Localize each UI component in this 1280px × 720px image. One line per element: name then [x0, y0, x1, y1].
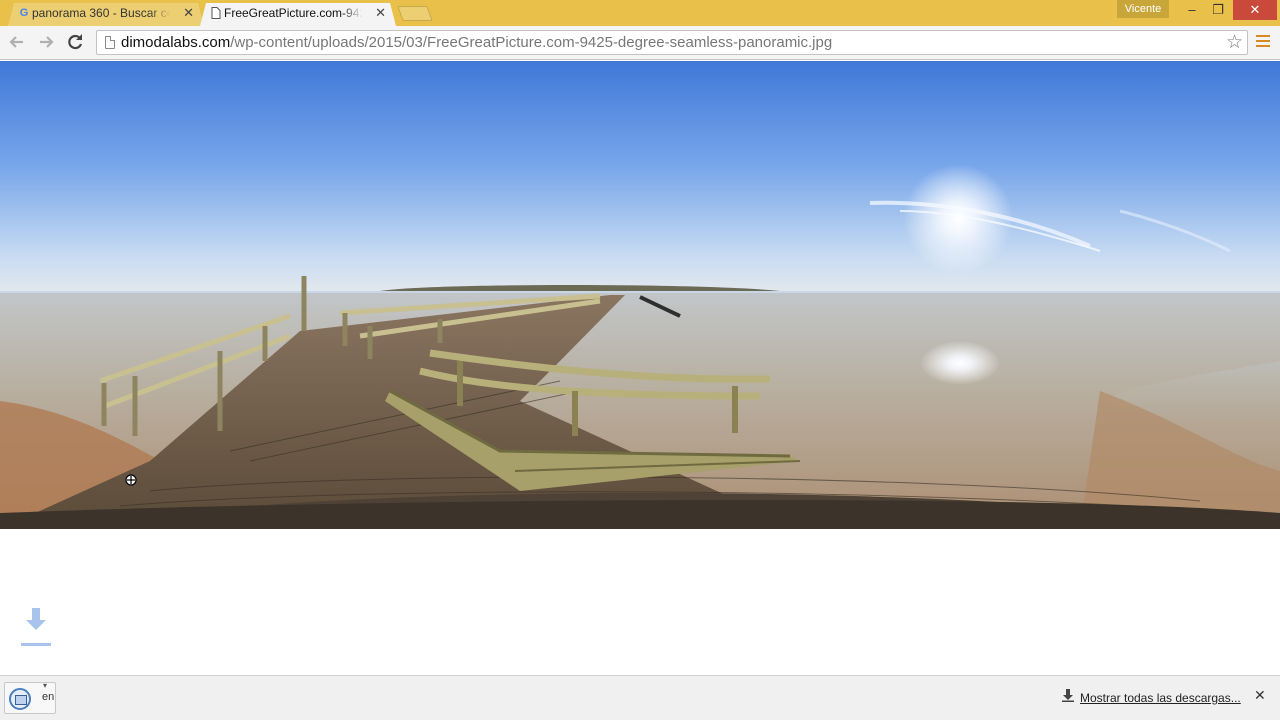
- show-all-downloads-label[interactable]: Mostrar todas las descargas...: [1080, 691, 1241, 705]
- new-tab-button[interactable]: [397, 6, 433, 21]
- panorama-pier-image: [0, 61, 1280, 529]
- profile-button[interactable]: Vicente: [1117, 0, 1169, 18]
- tab-title: panorama 360 - Buscar co: [32, 6, 170, 20]
- url-text: dimodalabs.com/wp-content/uploads/2015/0…: [121, 34, 832, 52]
- panorama-image[interactable]: [0, 61, 1280, 529]
- tab-close-icon[interactable]: ✕: [375, 3, 386, 23]
- back-arrow-icon: [9, 36, 23, 48]
- tab-panorama-search[interactable]: G panorama 360 - Buscar co ✕: [8, 3, 204, 26]
- forward-button[interactable]: [34, 30, 58, 54]
- bookmark-star-icon[interactable]: ☆: [1226, 31, 1243, 54]
- page-icon: [210, 7, 222, 19]
- reload-button[interactable]: [63, 30, 87, 54]
- tab-freegreatpicture[interactable]: FreeGreatPicture.com-942 ✕: [200, 3, 396, 26]
- url-path: /wp-content/uploads/2015/03/FreeGreatPic…: [230, 34, 833, 51]
- toolbar: dimodalabs.com/wp-content/uploads/2015/0…: [0, 26, 1280, 60]
- window-close-button[interactable]: ✕: [1233, 0, 1277, 20]
- download-arrow-icon: [20, 606, 52, 650]
- title-bar: G panorama 360 - Buscar co ✕ FreeGreatPi…: [0, 0, 1280, 26]
- move-cursor-icon: [124, 473, 138, 487]
- chrome-menu-icon[interactable]: [1256, 35, 1270, 49]
- forward-arrow-icon: [40, 36, 54, 48]
- download-icon: [1062, 689, 1076, 705]
- download-item[interactable]: ▾ en: [4, 681, 56, 714]
- chevron-down-icon[interactable]: ▾: [43, 681, 47, 690]
- address-bar[interactable]: dimodalabs.com/wp-content/uploads/2015/0…: [96, 30, 1248, 55]
- back-button[interactable]: [5, 30, 29, 54]
- downloads-shelf: ▾ en Mostrar todas las descargas... ✕: [0, 675, 1280, 720]
- close-shelf-icon[interactable]: ✕: [1254, 687, 1266, 704]
- show-all-downloads-link[interactable]: Mostrar todas las descargas...: [1062, 689, 1241, 705]
- page-icon: [105, 36, 115, 49]
- tab-close-icon[interactable]: ✕: [183, 3, 194, 23]
- maximize-button[interactable]: ❐: [1203, 0, 1233, 20]
- url-host: dimodalabs.com: [121, 34, 231, 51]
- image-file-icon: [9, 688, 31, 710]
- tab-title: FreeGreatPicture.com-942: [224, 6, 362, 20]
- reload-icon: [68, 34, 83, 50]
- page-content: [0, 61, 1280, 675]
- download-item-name: en: [42, 691, 55, 703]
- google-g-icon: G: [19, 7, 29, 19]
